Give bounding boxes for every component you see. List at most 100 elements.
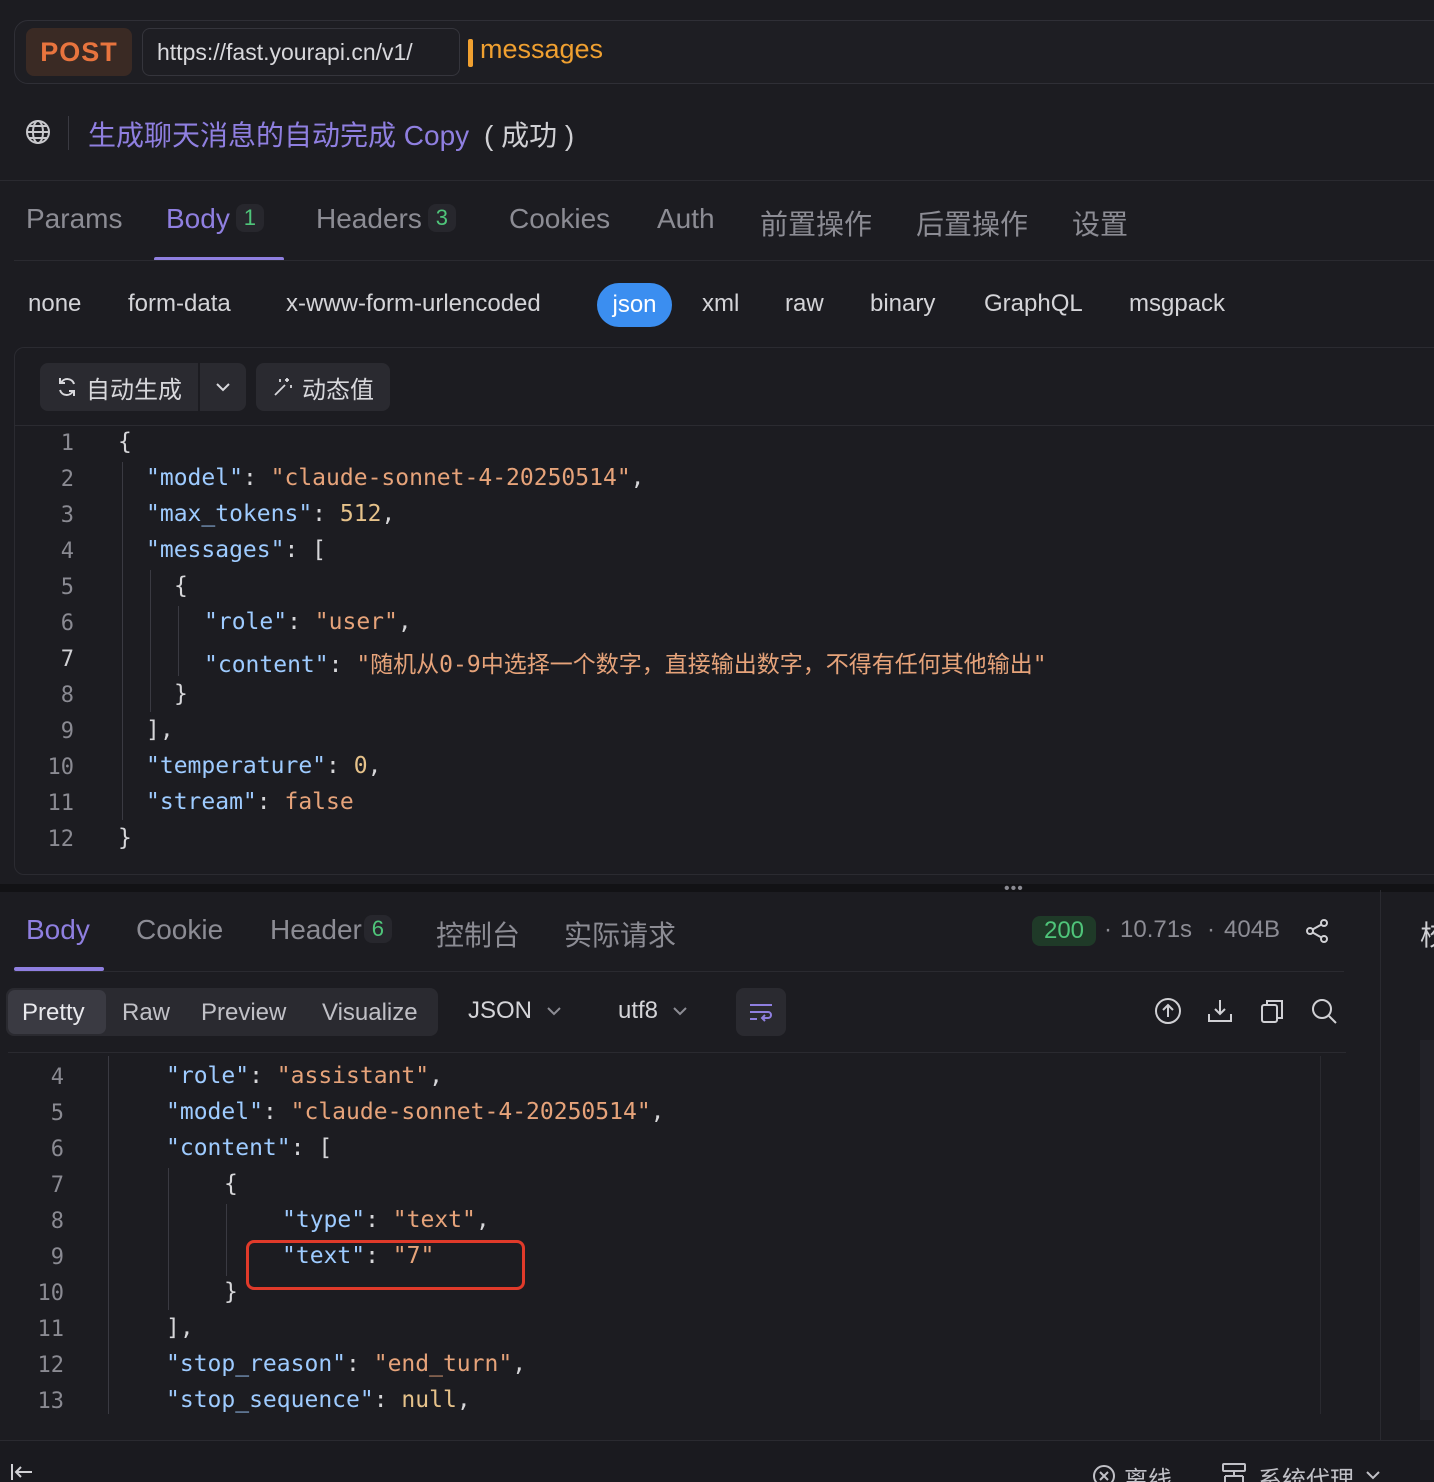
body-type-msgpack[interactable]: msgpack	[1129, 290, 1225, 318]
offline-status[interactable]: 离线	[1124, 1460, 1172, 1482]
tab-params[interactable]: Params	[26, 203, 122, 235]
code-line: {	[224, 1171, 238, 1197]
tab-label: Body	[166, 203, 230, 234]
code-line: {	[174, 573, 188, 599]
resp-tab-header[interactable]: Header 6	[270, 914, 392, 946]
proxy-setting[interactable]: 系统代理	[1258, 1460, 1354, 1482]
collapse-left-icon[interactable]	[10, 1462, 36, 1482]
wrap-lines-button[interactable]	[736, 988, 786, 1036]
code-line: "model": "claude-sonnet-4-20250514",	[166, 1099, 665, 1125]
line-number: 7	[50, 1173, 64, 1198]
splitter-handle[interactable]: •••	[1004, 880, 1024, 898]
body-type-json[interactable]: json	[597, 283, 672, 327]
line-number: 3	[60, 503, 74, 528]
resp-tab-cookie[interactable]: Cookie	[136, 914, 223, 946]
tab-label: 设置	[1072, 209, 1129, 240]
body-type-none[interactable]: none	[28, 290, 81, 318]
json-value-temperature: 0	[353, 753, 368, 779]
resp-tab-console[interactable]: 控制台	[436, 914, 520, 954]
body-type-urlencoded[interactable]: x-www-form-urlencoded	[286, 290, 541, 318]
view-mode-pretty[interactable]: Pretty	[22, 999, 85, 1027]
line-number: 6	[50, 1137, 64, 1162]
view-mode-preview[interactable]: Preview	[201, 999, 286, 1027]
method-select[interactable]: POST	[26, 28, 132, 76]
base-url-field[interactable]: https://fast.yourapi.cn/v1/	[142, 28, 460, 76]
panel-splitter[interactable]	[0, 884, 1434, 892]
line-number: 8	[60, 683, 74, 708]
line-number: 4	[50, 1065, 64, 1090]
response-time: 10.71s	[1120, 916, 1193, 943]
search-icon[interactable]	[1309, 996, 1339, 1026]
tab-badge: 6	[363, 915, 392, 943]
indent-guide	[226, 1204, 227, 1276]
request-title[interactable]: 生成聊天消息的自动完成 Copy	[88, 114, 469, 154]
code-line: "role": "user",	[204, 609, 412, 635]
tab-settings[interactable]: 设置	[1072, 203, 1128, 243]
body-type-xml[interactable]: xml	[702, 290, 739, 318]
chevron-down-icon[interactable]	[1364, 1466, 1382, 1482]
tab-auth[interactable]: Auth	[657, 203, 715, 235]
line-number: 5	[50, 1101, 64, 1126]
json-value-content: "随机从0-9中选择一个数字，直接输出数字，不得有任何其他输出"	[356, 652, 1047, 678]
tab-label: Params	[26, 203, 123, 234]
annotation-highlight-box	[246, 1240, 525, 1290]
copy-icon[interactable]	[1257, 996, 1287, 1026]
indent-guide	[122, 462, 123, 820]
tab-post-ops[interactable]: 后置操作	[916, 203, 1028, 243]
share-icon[interactable]	[1304, 918, 1330, 944]
code-line: "content": "随机从0-9中选择一个数字，直接输出数字，不得有任何其他…	[204, 652, 1047, 678]
status-bar	[0, 1440, 1434, 1482]
body-type-form-data[interactable]: form-data	[128, 290, 231, 318]
autogen-dropdown[interactable]	[200, 363, 246, 411]
encoding-dropdown[interactable]: utf8	[618, 997, 689, 1025]
line-number: 4	[60, 539, 74, 564]
line-number: 6	[60, 611, 74, 636]
json-value-type: "text"	[392, 1207, 476, 1233]
tab-label: Cookies	[509, 203, 611, 234]
autogen-button[interactable]: 自动生成	[40, 363, 198, 411]
right-panel-tab[interactable]: 校	[1420, 914, 1434, 954]
divider	[14, 971, 1344, 972]
line-number: 10	[47, 755, 75, 780]
code-line: "stop_reason": "end_turn",	[166, 1351, 527, 1377]
right-panel-scrollbar[interactable]	[1420, 1040, 1434, 1420]
wrap-lines-icon	[750, 1004, 772, 1022]
code-line: }	[174, 681, 188, 707]
format-dropdown[interactable]: JSON	[468, 997, 563, 1025]
body-type-graphql[interactable]: GraphQL	[984, 290, 1083, 318]
autogen-label: 自动生成	[86, 376, 182, 404]
panel-divider	[1380, 890, 1381, 1450]
globe-icon[interactable]	[24, 118, 52, 146]
status-badge: 200	[1032, 916, 1096, 946]
indent-guide	[150, 570, 151, 712]
view-mode-raw[interactable]: Raw	[122, 999, 170, 1027]
json-value-stop-sequence: null	[401, 1387, 457, 1413]
refresh-icon	[59, 378, 75, 396]
body-type-binary[interactable]: binary	[870, 290, 935, 318]
format-value: JSON	[468, 997, 533, 1024]
gutter-divider	[108, 1056, 109, 1414]
line-number: 11	[47, 791, 75, 816]
tab-headers[interactable]: Headers 3	[316, 203, 456, 235]
path-input[interactable]: messages	[480, 34, 603, 65]
resp-tab-actual-request[interactable]: 实际请求	[564, 914, 676, 954]
tab-cookies[interactable]: Cookies	[509, 203, 610, 235]
resp-tab-body[interactable]: Body	[26, 914, 90, 946]
code-line: "type": "text",	[282, 1207, 490, 1233]
body-type-raw[interactable]: raw	[785, 290, 824, 318]
chevron-down-icon	[216, 383, 230, 392]
upload-icon[interactable]	[1153, 996, 1183, 1026]
tab-label: Auth	[657, 203, 715, 234]
line-number: 10	[37, 1281, 65, 1306]
indent-guide	[168, 1168, 169, 1310]
tab-body[interactable]: Body 1	[166, 203, 264, 235]
line-number: 12	[37, 1353, 65, 1378]
download-icon[interactable]	[1205, 996, 1235, 1026]
view-mode-visualize[interactable]: Visualize	[322, 999, 418, 1027]
tab-label: 前置操作	[760, 209, 873, 240]
tab-pre-ops[interactable]: 前置操作	[760, 203, 872, 243]
dynamic-value-button[interactable]: 动态值	[256, 363, 390, 411]
code-line: "max_tokens": 512,	[146, 501, 396, 527]
tab-badge: 3	[427, 204, 456, 232]
json-value-max-tokens: 512	[339, 501, 382, 527]
